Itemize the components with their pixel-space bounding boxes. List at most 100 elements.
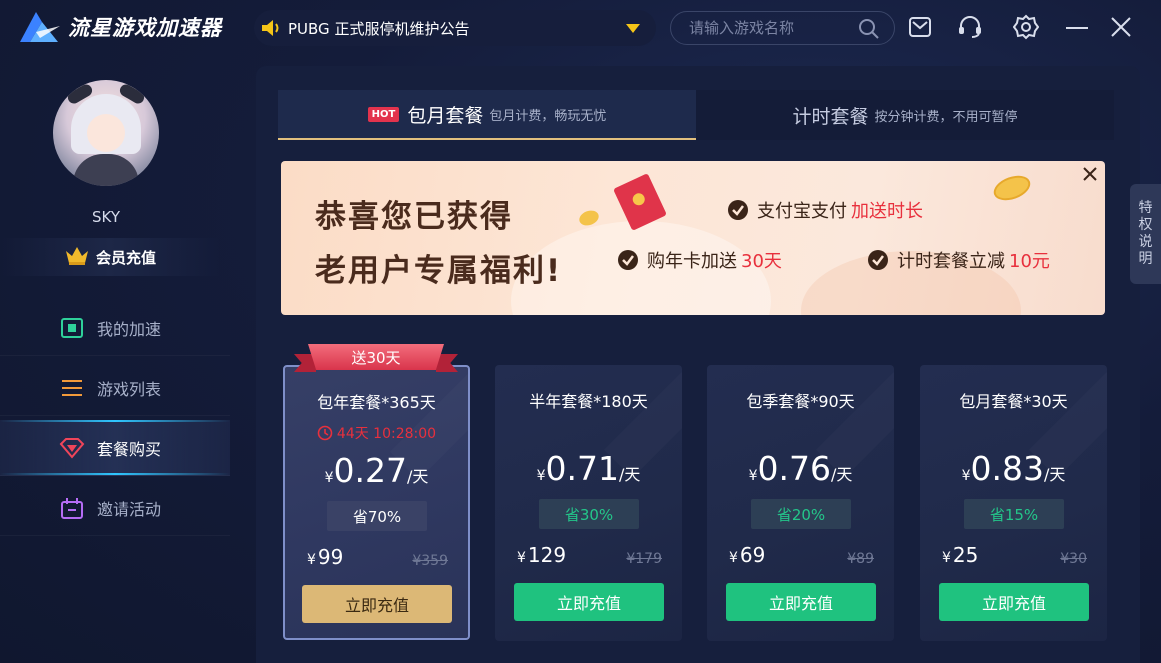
- promo-subheadline: 老用户专属福利!: [315, 253, 563, 289]
- side-tab-char: 特: [1138, 200, 1153, 216]
- logo-text: 流星游戏加速器: [68, 16, 222, 40]
- crown-icon: [64, 245, 90, 269]
- price-value: 0.71: [545, 449, 619, 488]
- mail-icon[interactable]: [906, 13, 934, 41]
- plan-name: 包季套餐*90天: [746, 392, 855, 411]
- close-icon[interactable]: [1079, 163, 1101, 185]
- countdown-text: 44天 10:28:00: [336, 426, 437, 442]
- recharge-button[interactable]: 立即充值: [302, 585, 452, 623]
- benefit-highlight: 30天: [741, 251, 782, 272]
- countdown: 44天 10:28:00: [285, 423, 468, 443]
- sidebar-item-package-purchase[interactable]: 套餐购买: [0, 420, 230, 476]
- benefit-text: 计时套餐立减: [897, 251, 1005, 272]
- daily-price: ¥0.71/天: [536, 449, 641, 488]
- logo-icon: [20, 12, 60, 42]
- plan-card-month[interactable]: 包月套餐*30天 ¥0.83/天 省15% ¥25 ¥30 立即充值: [920, 365, 1107, 641]
- speed-icon: [59, 315, 85, 341]
- ribbon-text: 送30天: [351, 349, 401, 367]
- app-logo: 流星游戏加速器: [16, 8, 222, 46]
- total-price: ¥129: [517, 543, 567, 567]
- tab-subtitle: 按分钟计费，不用可暂停: [874, 109, 1018, 125]
- promo-banner: 恭喜您已获得 老用户专属福利! 支付宝支付 加送时长 购年卡加送 30天 计时套…: [281, 161, 1105, 315]
- discount-badge: 省30%: [539, 499, 639, 529]
- original-price: ¥359: [412, 553, 448, 569]
- side-tab-char: 说: [1138, 234, 1153, 250]
- chevron-down-icon[interactable]: [626, 23, 640, 33]
- discount-badge: 省15%: [964, 499, 1064, 529]
- side-tab-char: 权: [1138, 217, 1153, 233]
- tab-subtitle: 包月计费，畅玩无忧: [489, 108, 607, 124]
- coin-icon: [990, 171, 1034, 205]
- clock-icon: [317, 425, 333, 441]
- search-icon[interactable]: [858, 18, 880, 44]
- plan-name: 包月套餐*30天: [959, 392, 1068, 411]
- check-icon: [728, 200, 748, 220]
- check-icon: [618, 250, 638, 270]
- original-price: ¥179: [626, 551, 662, 567]
- invite-icon: [59, 495, 85, 521]
- recharge-button[interactable]: 立即充值: [939, 583, 1089, 621]
- sidebar-item-label: 我的加速: [97, 319, 162, 339]
- minimize-icon[interactable]: [1063, 13, 1091, 41]
- tab-monthly[interactable]: HOT 包月套餐 包月计费，畅玩无忧: [278, 90, 696, 140]
- promo-headline: 恭喜您已获得: [315, 199, 513, 235]
- search-box[interactable]: [670, 11, 895, 45]
- search-input[interactable]: [671, 19, 851, 37]
- list-icon: [59, 375, 85, 401]
- discount-badge: 省70%: [327, 501, 427, 531]
- benefit-hourly: 计时套餐立减 10元: [867, 247, 1050, 273]
- privilege-info-tab[interactable]: 特 权 说 明: [1130, 184, 1161, 284]
- discount-badge: 省20%: [751, 499, 851, 529]
- gear-icon[interactable]: [1012, 13, 1040, 41]
- benefit-text: 购年卡加送: [647, 251, 737, 272]
- notice-text[interactable]: PUBG 正式服停机维护公告: [288, 18, 626, 39]
- plan-card-annual[interactable]: 包年套餐*365天 44天 10:28:00 ¥0.27/天 省70% ¥99 …: [283, 365, 470, 640]
- notice-bar[interactable]: PUBG 正式服停机维护公告: [254, 10, 656, 46]
- recharge-button[interactable]: 立即充值: [514, 583, 664, 621]
- sidebar-item-invite[interactable]: 邀请活动: [0, 480, 230, 536]
- avatar[interactable]: [53, 80, 159, 186]
- speaker-icon: [258, 15, 284, 41]
- daily-price: ¥0.27/天: [324, 451, 429, 490]
- benefit-annual: 购年卡加送 30天: [617, 247, 782, 273]
- total-price: ¥99: [307, 545, 344, 569]
- benefit-alipay: 支付宝支付 加送时长: [727, 197, 923, 223]
- benefit-highlight: 10元: [1009, 251, 1050, 272]
- price-value: 0.83: [970, 449, 1044, 488]
- check-icon: [868, 250, 888, 270]
- title-bar: 流星游戏加速器 PUBG 正式服停机维护公告: [0, 0, 1161, 56]
- plan-card-quarter[interactable]: 包季套餐*90天 ¥0.76/天 省20% ¥69 ¥89 立即充值: [707, 365, 894, 641]
- recharge-button[interactable]: 立即充值: [726, 583, 876, 621]
- close-icon[interactable]: [1107, 13, 1135, 41]
- bonus-ribbon: 送30天: [294, 344, 458, 376]
- total-price: ¥69: [729, 543, 766, 567]
- benefit-highlight: 加送时长: [851, 201, 923, 222]
- price-value: 0.76: [757, 449, 831, 488]
- diamond-icon: [59, 435, 85, 461]
- plan-name: 半年套餐*180天: [529, 392, 648, 411]
- original-price: ¥30: [1060, 551, 1087, 567]
- side-tab-char: 明: [1138, 251, 1153, 267]
- sidebar-item-label: 游戏列表: [97, 379, 162, 399]
- daily-price: ¥0.76/天: [748, 449, 853, 488]
- sidebar-item-label: 邀请活动: [97, 499, 162, 519]
- username: SKY: [92, 208, 120, 226]
- tab-hourly[interactable]: 计时套餐 按分钟计费，不用可暂停: [696, 90, 1114, 140]
- sidebar: SKY 会员充值 我的加速 游戏列表 套餐购买 邀请活动: [0, 56, 232, 663]
- tab-title: 包月套餐: [407, 104, 484, 127]
- sidebar-item-game-list[interactable]: 游戏列表: [0, 360, 230, 416]
- total-price: ¥25: [942, 543, 979, 567]
- headset-icon[interactable]: [956, 13, 984, 41]
- plan-name: 包年套餐*365天: [317, 393, 436, 412]
- plan-tabs: HOT 包月套餐 包月计费，畅玩无忧 计时套餐 按分钟计费，不用可暂停: [278, 90, 1114, 140]
- plan-card-half-year[interactable]: 半年套餐*180天 ¥0.71/天 省30% ¥129 ¥179 立即充值: [495, 365, 682, 641]
- daily-price: ¥0.83/天: [961, 449, 1066, 488]
- price-value: 0.27: [333, 451, 407, 490]
- vip-label: 会员充值: [95, 248, 156, 267]
- benefit-text: 支付宝支付: [757, 201, 847, 222]
- tab-title: 计时套餐: [792, 105, 869, 128]
- vip-recharge-button[interactable]: 会员充值: [0, 238, 220, 276]
- original-price: ¥89: [847, 551, 874, 567]
- sidebar-item-my-speed[interactable]: 我的加速: [0, 300, 230, 356]
- sidebar-item-label: 套餐购买: [97, 439, 162, 459]
